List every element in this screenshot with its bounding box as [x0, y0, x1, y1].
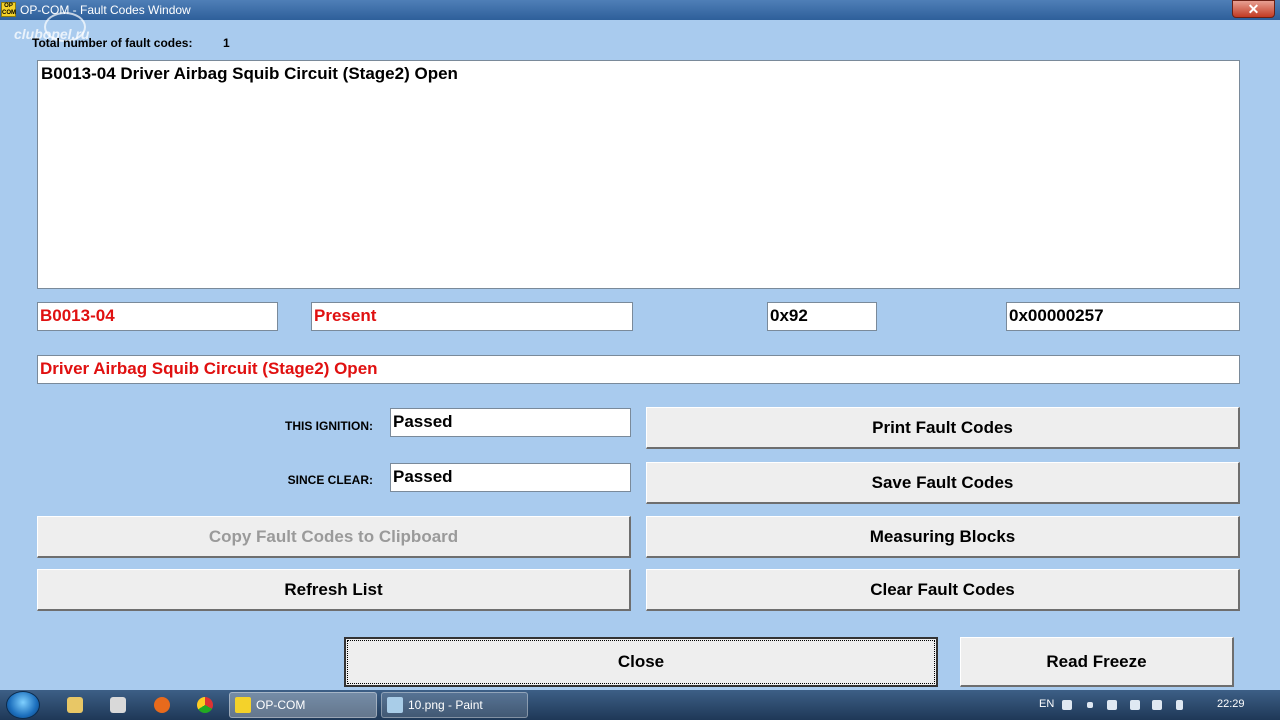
app-shortcut-icon[interactable]	[110, 697, 126, 713]
close-button[interactable]: Close	[344, 637, 938, 687]
network-signal-icon[interactable]	[1152, 700, 1162, 710]
volume-icon[interactable]	[1107, 700, 1117, 710]
list-item[interactable]: B0013-04 Driver Airbag Squib Circuit (St…	[41, 64, 458, 84]
fault-hex-byte-field: 0x92	[767, 302, 877, 331]
task-label: 10.png - Paint	[408, 698, 483, 712]
taskbar-task-paint[interactable]: 10.png - Paint	[381, 692, 528, 718]
action-center-flag-icon[interactable]	[1130, 700, 1140, 710]
language-indicator[interactable]: EN	[1039, 698, 1054, 710]
show-hidden-icons-icon[interactable]	[1087, 702, 1093, 708]
taskbar-task-opcom[interactable]: OP-COM	[229, 692, 377, 718]
fault-hex-long-field: 0x00000257	[1006, 302, 1240, 331]
firefox-icon[interactable]	[154, 697, 170, 713]
task-label: OP-COM	[256, 698, 306, 712]
fault-count-value: 1	[223, 36, 230, 50]
print-fault-codes-button[interactable]: Print Fault Codes	[646, 407, 1240, 449]
this-ignition-field: Passed	[390, 408, 631, 437]
fault-count-label: Total number of fault codes:	[32, 36, 193, 50]
battery-icon[interactable]	[1176, 700, 1183, 710]
measuring-blocks-button[interactable]: Measuring Blocks	[646, 516, 1240, 558]
fault-code-list[interactable]: B0013-04 Driver Airbag Squib Circuit (St…	[37, 60, 1240, 289]
since-clear-label: SINCE CLEAR:	[287, 473, 373, 487]
keyboard-icon[interactable]	[1062, 700, 1072, 710]
clear-fault-codes-button[interactable]: Clear Fault Codes	[646, 569, 1240, 611]
taskbar: OP-COM 10.png - Paint EN 22:29	[0, 690, 1280, 720]
explorer-icon[interactable]	[67, 697, 83, 713]
window-title: OP-COM - Fault Codes Window	[20, 3, 191, 17]
title-bar: OP COM OP-COM - Fault Codes Window ✕	[0, 0, 1280, 20]
since-clear-field: Passed	[390, 463, 631, 492]
paint-task-icon	[387, 697, 403, 713]
chrome-icon[interactable]	[197, 697, 213, 713]
refresh-list-button[interactable]: Refresh List	[37, 569, 631, 611]
save-fault-codes-button[interactable]: Save Fault Codes	[646, 462, 1240, 504]
fault-status-field: Present	[311, 302, 633, 331]
this-ignition-label: THIS IGNITION:	[285, 419, 373, 433]
opcom-app-icon: OP COM	[1, 2, 16, 17]
window-close-button[interactable]: ✕	[1232, 0, 1275, 18]
fault-description-field: Driver Airbag Squib Circuit (Stage2) Ope…	[37, 355, 1240, 384]
start-button[interactable]	[6, 691, 40, 719]
fault-code-field: B0013-04	[37, 302, 278, 331]
clock[interactable]: 22:29	[1217, 698, 1245, 710]
opcom-task-icon	[235, 697, 251, 713]
read-freeze-button[interactable]: Read Freeze	[960, 637, 1234, 687]
copy-to-clipboard-button[interactable]: Copy Fault Codes to Clipboard	[37, 516, 631, 558]
